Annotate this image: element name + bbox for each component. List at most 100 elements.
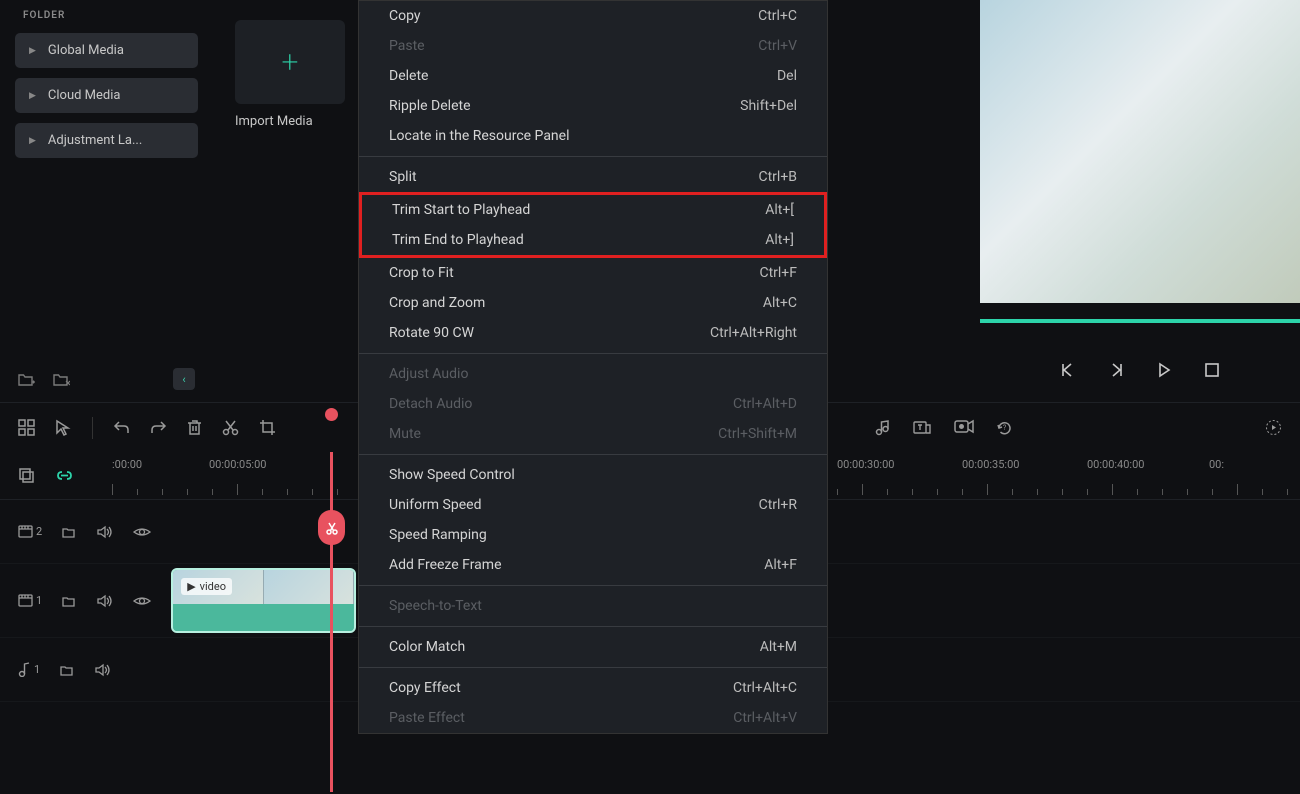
menu-item-ripple-delete[interactable]: Ripple Delete Shift+Del (359, 91, 827, 121)
sidebar-item-adjustment-layer[interactable]: ▶ Adjustment La... (15, 123, 198, 158)
menu-item-color-match[interactable]: Color Match Alt+M (359, 632, 827, 662)
undo-icon[interactable] (113, 419, 130, 436)
menu-item-label: Copy Effect (389, 680, 461, 696)
menu-item-label: Delete (389, 68, 428, 84)
menu-item-shortcut: Alt+M (760, 639, 797, 655)
menu-separator (359, 585, 827, 586)
import-media-tile[interactable]: + (235, 20, 345, 104)
menu-item-label: Uniform Speed (389, 497, 481, 513)
menu-item-shortcut: Alt+[ (765, 202, 794, 218)
menu-item-label: Split (389, 169, 417, 185)
grid-icon[interactable] (18, 419, 35, 436)
prev-frame-button[interactable] (1059, 361, 1077, 379)
menu-item-shortcut: Ctrl+Shift+M (718, 426, 797, 442)
menu-separator (359, 353, 827, 354)
menu-item-trim-end-to-playhead[interactable]: Trim End to PlayheadAlt+] (362, 225, 824, 255)
menu-item-label: Color Match (389, 639, 465, 655)
menu-item-shortcut: Shift+Del (740, 98, 797, 114)
ruler-time: 00:00:35:00 (962, 458, 1019, 471)
menu-item-speed-ramping[interactable]: Speed Ramping (359, 520, 827, 550)
menu-item-label: Mute (389, 426, 421, 442)
menu-item-speech-to-text: Speech-to-Text (359, 591, 827, 621)
collapse-sidebar-button[interactable]: ‹ (173, 368, 195, 390)
menu-item-crop-to-fit[interactable]: Crop to FitCtrl+F (359, 258, 827, 288)
menu-item-uniform-speed[interactable]: Uniform SpeedCtrl+R (359, 490, 827, 520)
new-folder-icon[interactable] (18, 372, 35, 387)
menu-item-delete[interactable]: Delete Del (359, 61, 827, 91)
menu-item-label: Paste Effect (389, 710, 465, 726)
ruler-time: :00:00 (112, 458, 142, 471)
play-button[interactable] (1155, 361, 1173, 379)
cursor-icon[interactable] (55, 419, 72, 436)
menu-item-label: Rotate 90 CW (389, 325, 474, 341)
menu-item-label: Crop and Zoom (389, 295, 485, 311)
preview-frame (980, 0, 1300, 303)
menu-item-label: Speech-to-Text (389, 598, 482, 614)
menu-item-shortcut: Ctrl+Alt+Right (710, 325, 797, 341)
menu-item-mute: Mute Ctrl+Shift+M (359, 419, 827, 449)
render-icon[interactable] (1265, 419, 1282, 436)
track-lock-icon[interactable] (62, 525, 77, 538)
track-lock-icon[interactable] (62, 594, 77, 607)
menu-item-locate-in-the-resource-panel[interactable]: Locate in the Resource Panel (359, 121, 827, 151)
refresh-tool-icon[interactable]: ? (996, 419, 1013, 436)
preview-panel (960, 0, 1300, 402)
track-lock-icon[interactable] (60, 663, 75, 676)
sidebar-item-label: Global Media (48, 43, 124, 58)
track-mute-icon[interactable] (97, 594, 113, 608)
menu-item-crop-and-zoom[interactable]: Crop and ZoomAlt+C (359, 288, 827, 318)
menu-item-label: Paste (389, 38, 425, 54)
sidebar-item-global-media[interactable]: ▶ Global Media (15, 33, 198, 68)
menu-item-label: Detach Audio (389, 396, 472, 412)
text-tool-icon[interactable] (913, 419, 932, 436)
redo-icon[interactable] (150, 419, 167, 436)
sidebar-item-cloud-media[interactable]: ▶ Cloud Media (15, 78, 198, 113)
stop-button[interactable] (1203, 361, 1221, 379)
chevron-right-icon: ▶ (29, 136, 36, 146)
menu-item-split[interactable]: SplitCtrl+B (359, 162, 827, 192)
menu-item-label: Ripple Delete (389, 98, 471, 114)
menu-item-show-speed-control[interactable]: Show Speed Control (359, 460, 827, 490)
menu-item-shortcut: Ctrl+Alt+V (733, 710, 797, 726)
playhead[interactable] (330, 452, 333, 792)
preview-progress-bar[interactable] (980, 319, 1300, 323)
track-type-icon[interactable]: 1 (18, 594, 42, 607)
folder-heading: FOLDER (23, 10, 198, 21)
menu-item-shortcut: Del (777, 68, 797, 84)
audio-tool-icon[interactable] (874, 419, 891, 436)
menu-item-trim-start-to-playhead[interactable]: Trim Start to PlayheadAlt+[ (362, 195, 824, 225)
marker-icon[interactable] (18, 467, 35, 484)
delete-icon[interactable] (187, 419, 202, 436)
sidebar: FOLDER ▶ Global Media ▶ Cloud Media ▶ Ad… (0, 0, 213, 402)
menu-item-copy-effect[interactable]: Copy EffectCtrl+Alt+C (359, 673, 827, 703)
link-icon[interactable] (55, 467, 74, 484)
cut-icon[interactable] (222, 419, 239, 436)
track-mute-icon[interactable] (97, 525, 113, 539)
menu-item-add-freeze-frame[interactable]: Add Freeze Frame Alt+F (359, 550, 827, 580)
clip-label: ▶video (181, 578, 232, 595)
track-visibility-icon[interactable] (133, 526, 151, 538)
delete-folder-icon[interactable] (53, 372, 70, 387)
timeline-clip[interactable]: ▶video (171, 568, 356, 633)
plus-icon: + (282, 45, 299, 80)
menu-item-paste-effect: Paste Effect Ctrl+Alt+V (359, 703, 827, 733)
next-frame-button[interactable] (1107, 361, 1125, 379)
track-type-icon[interactable]: 2 (18, 525, 42, 538)
track-visibility-icon[interactable] (133, 595, 151, 607)
playhead-marker (325, 408, 338, 421)
track-type-icon[interactable]: 1 (18, 662, 40, 677)
playhead-handle[interactable] (318, 510, 345, 545)
chevron-right-icon: ▶ (29, 91, 36, 101)
ruler-time: 00:00:30:00 (837, 458, 894, 471)
track-mute-icon[interactable] (95, 663, 111, 677)
menu-item-detach-audio: Detach AudioCtrl+Alt+D (359, 389, 827, 419)
crop-icon[interactable] (259, 419, 276, 436)
menu-item-label: Show Speed Control (389, 467, 515, 483)
menu-item-shortcut: Ctrl+C (758, 8, 797, 24)
menu-item-copy[interactable]: CopyCtrl+C (359, 1, 827, 31)
menu-item-label: Speed Ramping (389, 527, 487, 543)
menu-item-label: Add Freeze Frame (389, 557, 502, 573)
menu-item-rotate-90-cw[interactable]: Rotate 90 CW Ctrl+Alt+Right (359, 318, 827, 348)
menu-item-shortcut: Alt+F (764, 557, 797, 573)
record-tool-icon[interactable] (954, 419, 974, 436)
